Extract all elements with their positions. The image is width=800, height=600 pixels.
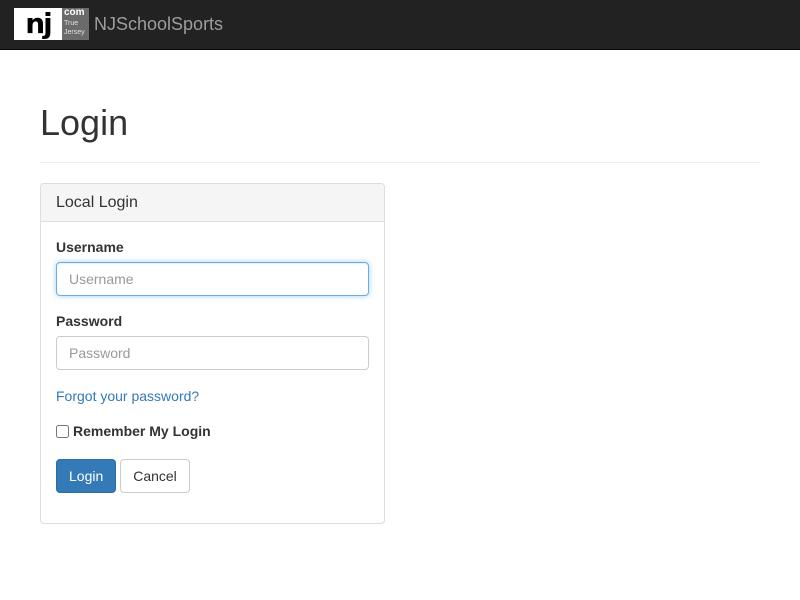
logo-nj-text: nj bbox=[14, 8, 62, 40]
logo-tagline-bottom: Jersey bbox=[64, 29, 85, 36]
password-label: Password bbox=[56, 313, 123, 329]
forgot-password-link[interactable]: Forgot your password? bbox=[56, 388, 199, 404]
password-input[interactable] bbox=[56, 336, 369, 370]
logo-com-text: com bbox=[64, 7, 85, 18]
logo-side-panel: com True Jersey bbox=[62, 7, 89, 40]
form-buttons: Login Cancel bbox=[56, 459, 369, 493]
password-group: Password bbox=[56, 311, 369, 370]
remember-login-checkbox[interactable] bbox=[56, 424, 69, 438]
brand-link[interactable]: nj com True Jersey NJSchoolSports bbox=[14, 7, 224, 40]
cancel-button[interactable]: Cancel bbox=[120, 459, 190, 493]
local-login-panel: Local Login Username Password Forgot you… bbox=[40, 183, 385, 524]
page-header: Login bbox=[40, 103, 760, 163]
logo-tagline-top: True bbox=[64, 20, 79, 27]
remember-login-label: Remember My Login bbox=[73, 423, 211, 439]
username-input[interactable] bbox=[56, 262, 369, 296]
page-title: Login bbox=[40, 102, 129, 143]
main-container: Login Local Login Username Password Forg… bbox=[40, 50, 760, 524]
panel-heading: Local Login bbox=[41, 184, 384, 222]
login-button[interactable]: Login bbox=[56, 459, 116, 493]
username-label: Username bbox=[56, 239, 124, 255]
panel-body: Username Password Forgot your password? … bbox=[41, 222, 384, 523]
top-navbar: nj com True Jersey NJSchoolSports bbox=[0, 0, 800, 50]
remember-login-row[interactable]: Remember My Login bbox=[56, 423, 369, 439]
brand-name: NJSchoolSports bbox=[94, 14, 224, 34]
nj-com-logo: nj com True Jersey bbox=[14, 7, 89, 40]
username-group: Username bbox=[56, 237, 369, 296]
